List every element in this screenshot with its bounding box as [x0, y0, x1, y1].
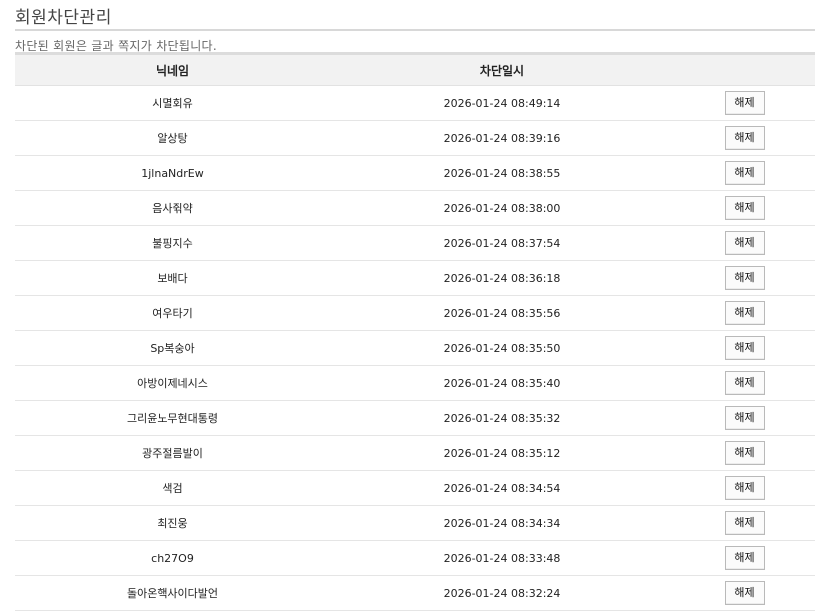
table-row: 아방이제네시스 2026-01-24 08:35:40 해제 [15, 365, 815, 401]
action-cell: 해제 [674, 435, 815, 471]
nickname-cell: 불핑지수 [15, 225, 330, 261]
title-divider [15, 29, 815, 31]
unblock-button[interactable]: 해제 [724, 91, 765, 115]
table-row: 알상탕 2026-01-24 08:39:16 해제 [15, 120, 815, 156]
unblock-button[interactable]: 해제 [724, 161, 765, 185]
blocked-at-cell: 2026-01-24 08:34:54 [330, 470, 674, 506]
blocked-at-cell: 2026-01-24 08:35:40 [330, 365, 674, 401]
table-row: 보배다 2026-01-24 08:36:18 해제 [15, 260, 815, 296]
header-nickname: 닉네임 [15, 52, 330, 86]
action-cell: 해제 [674, 85, 815, 121]
table-body: 시멸회유 2026-01-24 08:49:14 해제 알상탕 2026-01-24 0… [15, 85, 815, 611]
action-cell: 해제 [674, 540, 815, 576]
table-row: 색검 2026-01-24 08:34:54 해제 [15, 470, 815, 506]
unblock-button[interactable]: 해제 [724, 406, 765, 430]
header-blocked-at: 차단일시 [330, 52, 674, 86]
blocked-at-cell: 2026-01-24 08:32:24 [330, 575, 674, 611]
nickname-cell: 시멸회유 [15, 85, 330, 121]
blocked-at-cell: 2026-01-24 08:49:14 [330, 85, 674, 121]
nickname-cell: 색검 [15, 470, 330, 506]
blocked-at-cell: 2026-01-24 08:36:18 [330, 260, 674, 296]
action-cell: 해제 [674, 295, 815, 331]
unblock-button[interactable]: 해제 [724, 441, 765, 465]
blocked-at-cell: 2026-01-24 08:38:55 [330, 155, 674, 191]
table-row: 그리윤노무현대통령 2026-01-24 08:35:32 해제 [15, 400, 815, 436]
unblock-button[interactable]: 해제 [724, 371, 765, 395]
blocked-at-cell: 2026-01-24 08:37:54 [330, 225, 674, 261]
header-action [674, 52, 815, 86]
table-row: 광주절름발이 2026-01-24 08:35:12 해제 [15, 435, 815, 471]
table-row: 최진웅 2026-01-24 08:34:34 해제 [15, 505, 815, 541]
blocked-members-table: 닉네임 차단일시 시멸회유 2026-01-24 08:49:14 해제 알상탕 202… [15, 52, 815, 611]
unblock-button[interactable]: 해제 [724, 126, 765, 150]
page-title: 회원차단관리 [15, 8, 112, 28]
unblock-button[interactable]: 해제 [724, 336, 765, 360]
table-row: 돌아온핵사이다발언 2026-01-24 08:32:24 해제 [15, 575, 815, 611]
action-cell: 해제 [674, 365, 815, 401]
unblock-button[interactable]: 해제 [724, 511, 765, 535]
table-header-row: 닉네임 차단일시 [15, 52, 815, 86]
table-row: ch27O9 2026-01-24 08:33:48 해제 [15, 540, 815, 576]
unblock-button[interactable]: 해제 [724, 581, 765, 605]
unblock-button[interactable]: 해제 [724, 231, 765, 255]
nickname-cell: 아방이제네시스 [15, 365, 330, 401]
nickname-cell: 보배다 [15, 260, 330, 296]
table-row: 시멸회유 2026-01-24 08:49:14 해제 [15, 85, 815, 121]
blocked-at-cell: 2026-01-24 08:35:12 [330, 435, 674, 471]
action-cell: 해제 [674, 505, 815, 541]
nickname-cell: 알상탕 [15, 120, 330, 156]
nickname-cell: 광주절름발이 [15, 435, 330, 471]
blocked-at-cell: 2026-01-24 08:35:32 [330, 400, 674, 436]
blocked-at-cell: 2026-01-24 08:35:56 [330, 295, 674, 331]
unblock-button[interactable]: 해제 [724, 266, 765, 290]
action-cell: 해제 [674, 190, 815, 226]
unblock-button[interactable]: 해제 [724, 301, 765, 325]
nickname-cell: 여우타기 [15, 295, 330, 331]
table-row: Sp복숭아 2026-01-24 08:35:50 해제 [15, 330, 815, 366]
action-cell: 해제 [674, 575, 815, 611]
nickname-cell: 음사쥒약 [15, 190, 330, 226]
action-cell: 해제 [674, 330, 815, 366]
table-row: 1jlnaNdrEw 2026-01-24 08:38:55 해제 [15, 155, 815, 191]
unblock-button[interactable]: 해제 [724, 476, 765, 500]
action-cell: 해제 [674, 400, 815, 436]
blocked-at-cell: 2026-01-24 08:38:00 [330, 190, 674, 226]
blocked-at-cell: 2026-01-24 08:33:48 [330, 540, 674, 576]
action-cell: 해제 [674, 155, 815, 191]
blocked-at-cell: 2026-01-24 08:35:50 [330, 330, 674, 366]
nickname-cell: Sp복숭아 [15, 330, 330, 366]
nickname-cell: 돌아온핵사이다발언 [15, 575, 330, 611]
table-row: 여우타기 2026-01-24 08:35:56 해제 [15, 295, 815, 331]
unblock-button[interactable]: 해제 [724, 546, 765, 570]
action-cell: 해제 [674, 120, 815, 156]
action-cell: 해제 [674, 225, 815, 261]
nickname-cell: 그리윤노무현대통령 [15, 400, 330, 436]
blocked-at-cell: 2026-01-24 08:34:34 [330, 505, 674, 541]
nickname-cell: ch27O9 [15, 540, 330, 576]
blocked-at-cell: 2026-01-24 08:39:16 [330, 120, 674, 156]
nickname-cell: 1jlnaNdrEw [15, 155, 330, 191]
action-cell: 해제 [674, 260, 815, 296]
table-row: 불핑지수 2026-01-24 08:37:54 해제 [15, 225, 815, 261]
unblock-button[interactable]: 해제 [724, 196, 765, 220]
table-row: 음사쥒약 2026-01-24 08:38:00 해제 [15, 190, 815, 226]
nickname-cell: 최진웅 [15, 505, 330, 541]
action-cell: 해제 [674, 470, 815, 506]
